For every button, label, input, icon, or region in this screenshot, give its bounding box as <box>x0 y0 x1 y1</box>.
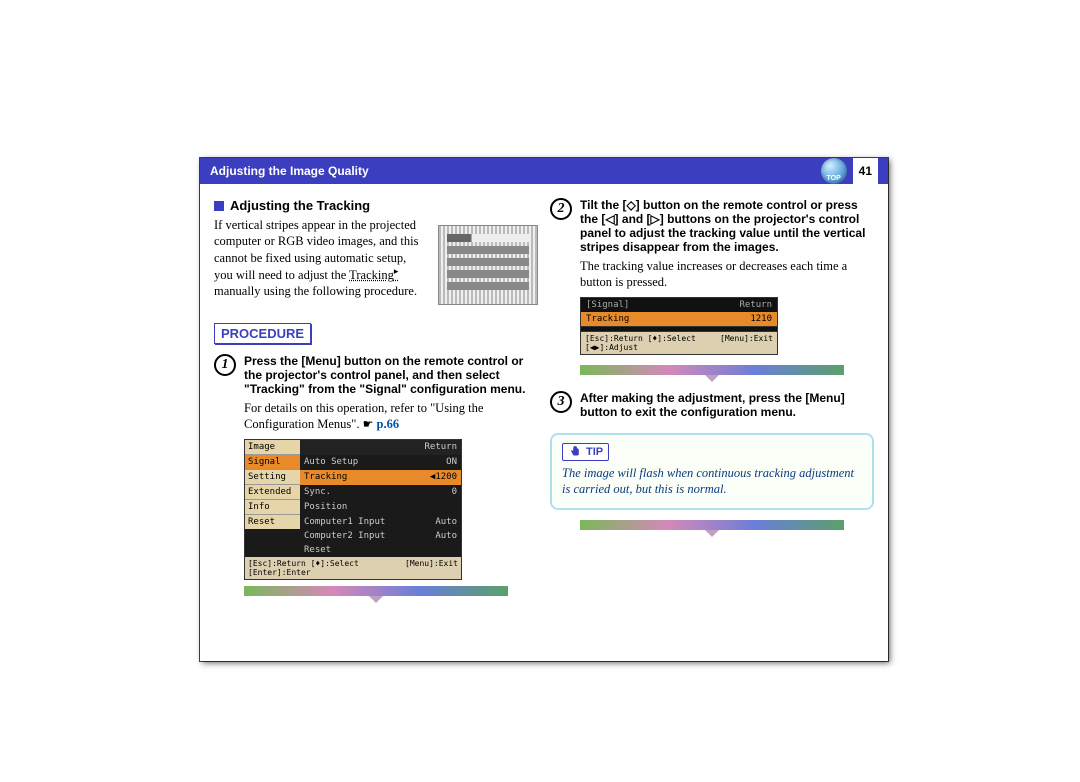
menu-left-info: Info <box>245 500 300 515</box>
hand-ok-icon <box>568 445 582 459</box>
top-icon[interactable]: TOP <box>821 158 847 184</box>
tracking-row: Tracking1210 <box>581 312 777 326</box>
tip-text: The image will flash when continuous tra… <box>562 465 862 499</box>
step-3-number: 3 <box>550 391 572 413</box>
step-1-body: For details on this operation, refer to … <box>244 400 538 433</box>
header-right: TOP 41 <box>821 158 878 184</box>
page-number: 41 <box>859 164 872 178</box>
hand-pointer-icon: ☛ <box>363 417 374 433</box>
gradient-divider-3 <box>580 520 844 530</box>
manual-page: Adjusting the Image Quality TOP 41 Adjus… <box>200 158 888 661</box>
menu-right-tracking: Tracking◀1200 <box>300 470 461 485</box>
menu-footer: [Esc]:Return [♦]:Select [Enter]:Enter[Me… <box>245 557 461 579</box>
step-2-bold: Tilt the [◇] button on the remote contro… <box>580 198 865 254</box>
step-2-body: The tracking value increases or decrease… <box>580 258 874 291</box>
tracking-adjust-screenshot: [Signal]Return Tracking1210 [Esc]:Return… <box>580 297 778 355</box>
right-column: 2 Tilt the [◇] button on the remote cont… <box>550 198 874 596</box>
menu-right-autosetup: Auto SetupON <box>300 455 461 470</box>
menu-return: Return <box>300 440 461 455</box>
tracking-glossary-link[interactable]: Tracking▸ <box>349 268 398 282</box>
gradient-divider <box>244 586 508 596</box>
config-menu-screenshot: Image Return Signal Auto SetupON Setting… <box>244 439 462 580</box>
menu-right-sync: Sync.0 <box>300 485 461 500</box>
step-3-text: After making the adjustment, press the [… <box>580 391 874 419</box>
step-3-bold: After making the adjustment, press the [… <box>580 391 845 419</box>
glossary-marker-icon: ▸ <box>394 266 399 276</box>
section-heading: Adjusting the Tracking <box>214 198 538 213</box>
tracking-head: [Signal]Return <box>581 298 777 312</box>
menu-left-setting: Setting <box>245 470 300 485</box>
menu-left-image: Image <box>245 440 300 455</box>
menu-right-reset: Reset <box>300 543 461 557</box>
vertical-stripes-illustration <box>438 225 538 305</box>
step-1: 1 Press the [Menu] button on the remote … <box>214 354 538 433</box>
page-ref-link[interactable]: p.66 <box>377 417 400 431</box>
intro-row: If vertical stripes appear in the projec… <box>214 217 538 305</box>
intro-part2: manually using the following procedure. <box>214 284 417 298</box>
menu-left-reset: Reset <box>245 515 300 529</box>
tip-box: TIP The image will flash when continuous… <box>550 433 874 511</box>
header-title: Adjusting the Image Quality <box>210 164 369 178</box>
step-3: 3 After making the adjustment, press the… <box>550 391 874 419</box>
step-2-number: 2 <box>550 198 572 220</box>
tracking-footer: [Esc]:Return [♦]:Select [◀▶]:Adjust[Menu… <box>581 332 777 354</box>
step-1-number: 1 <box>214 354 236 376</box>
step-2: 2 Tilt the [◇] button on the remote cont… <box>550 198 874 291</box>
gradient-divider-2 <box>580 365 844 375</box>
page-header: Adjusting the Image Quality TOP 41 <box>200 158 888 184</box>
content-area: Adjusting the Tracking If vertical strip… <box>200 184 888 606</box>
intro-text: If vertical stripes appear in the projec… <box>214 217 428 305</box>
step-1-bold: Press the [Menu] button on the remote co… <box>244 354 525 396</box>
procedure-label: PROCEDURE <box>214 323 311 344</box>
menu-right-c1: Computer1 InputAuto <box>300 515 461 529</box>
step-1-text: Press the [Menu] button on the remote co… <box>244 354 538 433</box>
section-heading-text: Adjusting the Tracking <box>230 198 370 213</box>
menu-left-extended: Extended <box>245 485 300 500</box>
left-column: Adjusting the Tracking If vertical strip… <box>214 198 538 596</box>
tip-label: TIP <box>586 446 603 458</box>
page-number-box: 41 <box>853 158 878 184</box>
menu-right-position: Position <box>300 500 461 515</box>
tip-badge: TIP <box>562 443 609 461</box>
menu-left-signal: Signal <box>245 455 300 470</box>
step-2-text: Tilt the [◇] button on the remote contro… <box>580 198 874 291</box>
menu-right-c2: Computer2 InputAuto <box>300 529 461 543</box>
square-bullet-icon <box>214 201 224 211</box>
